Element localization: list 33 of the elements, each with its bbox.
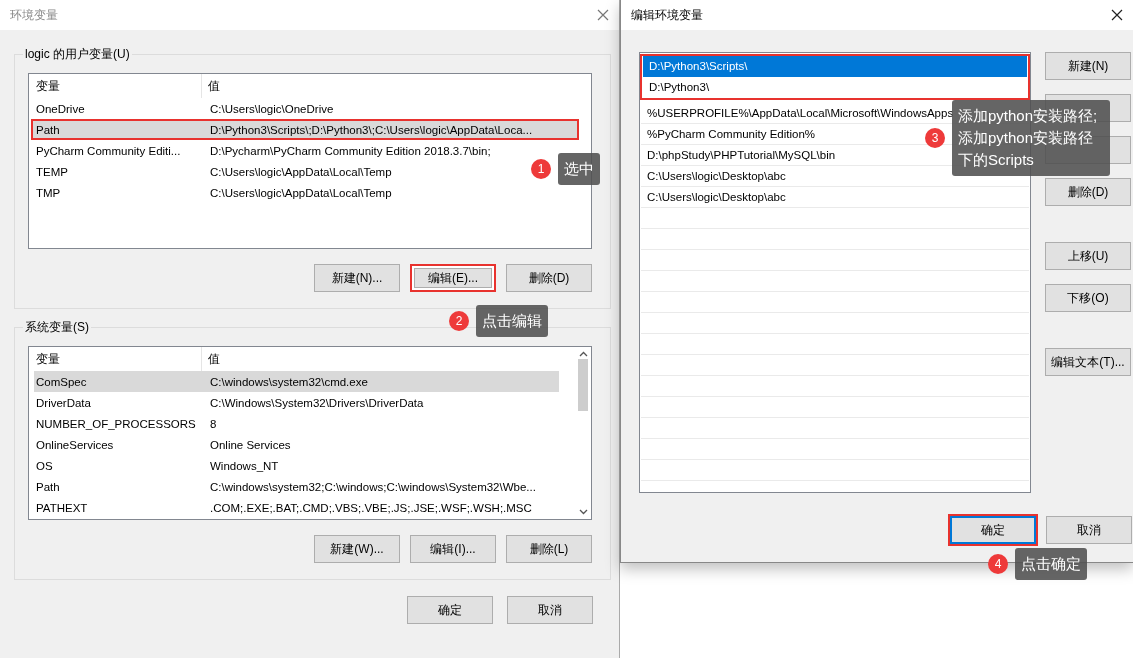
table-cell-text: D:\Python3\Scripts\;D:\Python3\;C:\Users\logic\AppData\Loca... bbox=[209, 123, 533, 136]
table-cell-text: OneDrive bbox=[35, 102, 86, 115]
table-cell-text: C:\Users\logic\OneDrive bbox=[209, 102, 334, 115]
table-cell-text: TMP bbox=[35, 186, 62, 199]
table-cell-text: C:\Users\logic\AppData\Local\Temp bbox=[209, 165, 392, 178]
callout-tooltip: 选中 bbox=[558, 153, 600, 185]
group-label: 系统变量(S) bbox=[23, 320, 91, 334]
table-cell-text: PATHEXT bbox=[35, 501, 89, 514]
group-label: logic 的用户变量(U) bbox=[23, 47, 132, 61]
table-cell-text: Path bbox=[35, 480, 61, 493]
table-cell-text: .COM;.EXE;.BAT;.CMD;.VBS;.VBE;.JS;.JSE;.WSF;.WSH;.MSC bbox=[209, 501, 532, 514]
table-cell-text: ComSpec bbox=[35, 375, 88, 388]
table-cell-text: C:\windows\system32;C:\windows;C:\windows\System32\Wbe... bbox=[209, 480, 536, 493]
step-number-badge: 4 bbox=[988, 554, 1008, 574]
table-cell-text: OS bbox=[35, 459, 54, 472]
table-cell-text: PyCharm Community Editi... bbox=[35, 144, 182, 157]
table-cell-text: Online Services bbox=[209, 438, 291, 451]
table-cell-text: OnlineServices bbox=[35, 438, 115, 451]
callout-tooltip: 添加python安装路径; 添加python安装路径下的Scripts bbox=[952, 100, 1110, 176]
table-cell-text: C:\Windows\System32\Drivers\DriverData bbox=[209, 396, 424, 409]
table-cell-text: 8 bbox=[209, 417, 217, 430]
callout-tooltip: 点击编辑 bbox=[476, 305, 548, 337]
table-cell-text: TEMP bbox=[35, 165, 69, 178]
table-cell-text: C:\Users\logic\AppData\Local\Temp bbox=[209, 186, 392, 199]
table-cell-text: D:\Pycharm\PyCharm Community Edition 2018.3.7\bin; bbox=[209, 144, 491, 157]
table-cell-text: DriverData bbox=[35, 396, 92, 409]
window-title: 编辑环境变量 bbox=[631, 6, 703, 24]
table-cell-text: NUMBER_OF_PROCESSORS bbox=[35, 417, 197, 430]
callout-tooltip: 点击确定 bbox=[1015, 548, 1087, 580]
table-cell-text: C:\windows\system32\cmd.exe bbox=[209, 375, 368, 388]
table-cell-text: Windows_NT bbox=[209, 459, 279, 472]
window-title: 环境变量 bbox=[10, 6, 58, 24]
table-cell-text: Path bbox=[35, 123, 61, 136]
